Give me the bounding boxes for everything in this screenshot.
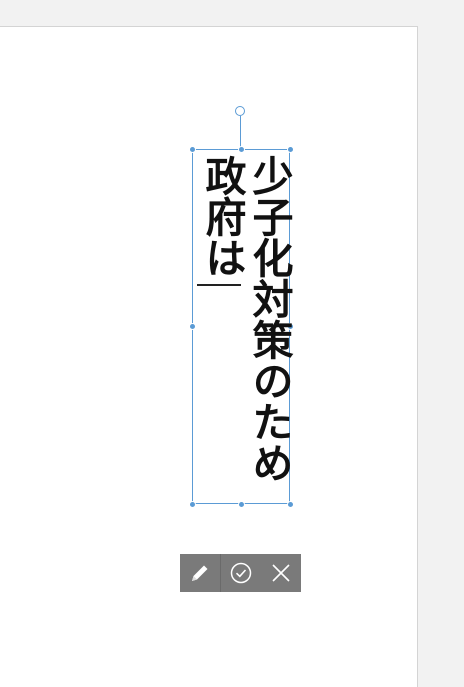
cancel-button[interactable]: [261, 554, 301, 592]
rotation-handle[interactable]: [235, 106, 245, 116]
input-composition-underline: [197, 284, 241, 286]
text-line-2: 政府は: [198, 155, 246, 278]
floating-edit-toolbar: [180, 554, 301, 592]
rotation-stem: [240, 116, 241, 149]
close-icon: [272, 564, 290, 582]
resize-handle-top-left[interactable]: [189, 146, 196, 153]
resize-handle-top-right[interactable]: [287, 146, 294, 153]
vertical-text-content[interactable]: 少子化対策のため 政府は: [198, 155, 293, 483]
resize-handle-bottom-center[interactable]: [238, 501, 245, 508]
pencil-icon: [192, 565, 208, 581]
confirm-button[interactable]: [221, 554, 261, 592]
resize-handle-top-center[interactable]: [238, 146, 245, 153]
edit-button[interactable]: [180, 554, 220, 592]
check-circle-icon: [230, 562, 252, 584]
text-line-1: 少子化対策のため: [245, 155, 293, 483]
resize-handle-bottom-right[interactable]: [287, 501, 294, 508]
resize-handle-bottom-left[interactable]: [189, 501, 196, 508]
resize-handle-middle-left[interactable]: [189, 323, 196, 330]
